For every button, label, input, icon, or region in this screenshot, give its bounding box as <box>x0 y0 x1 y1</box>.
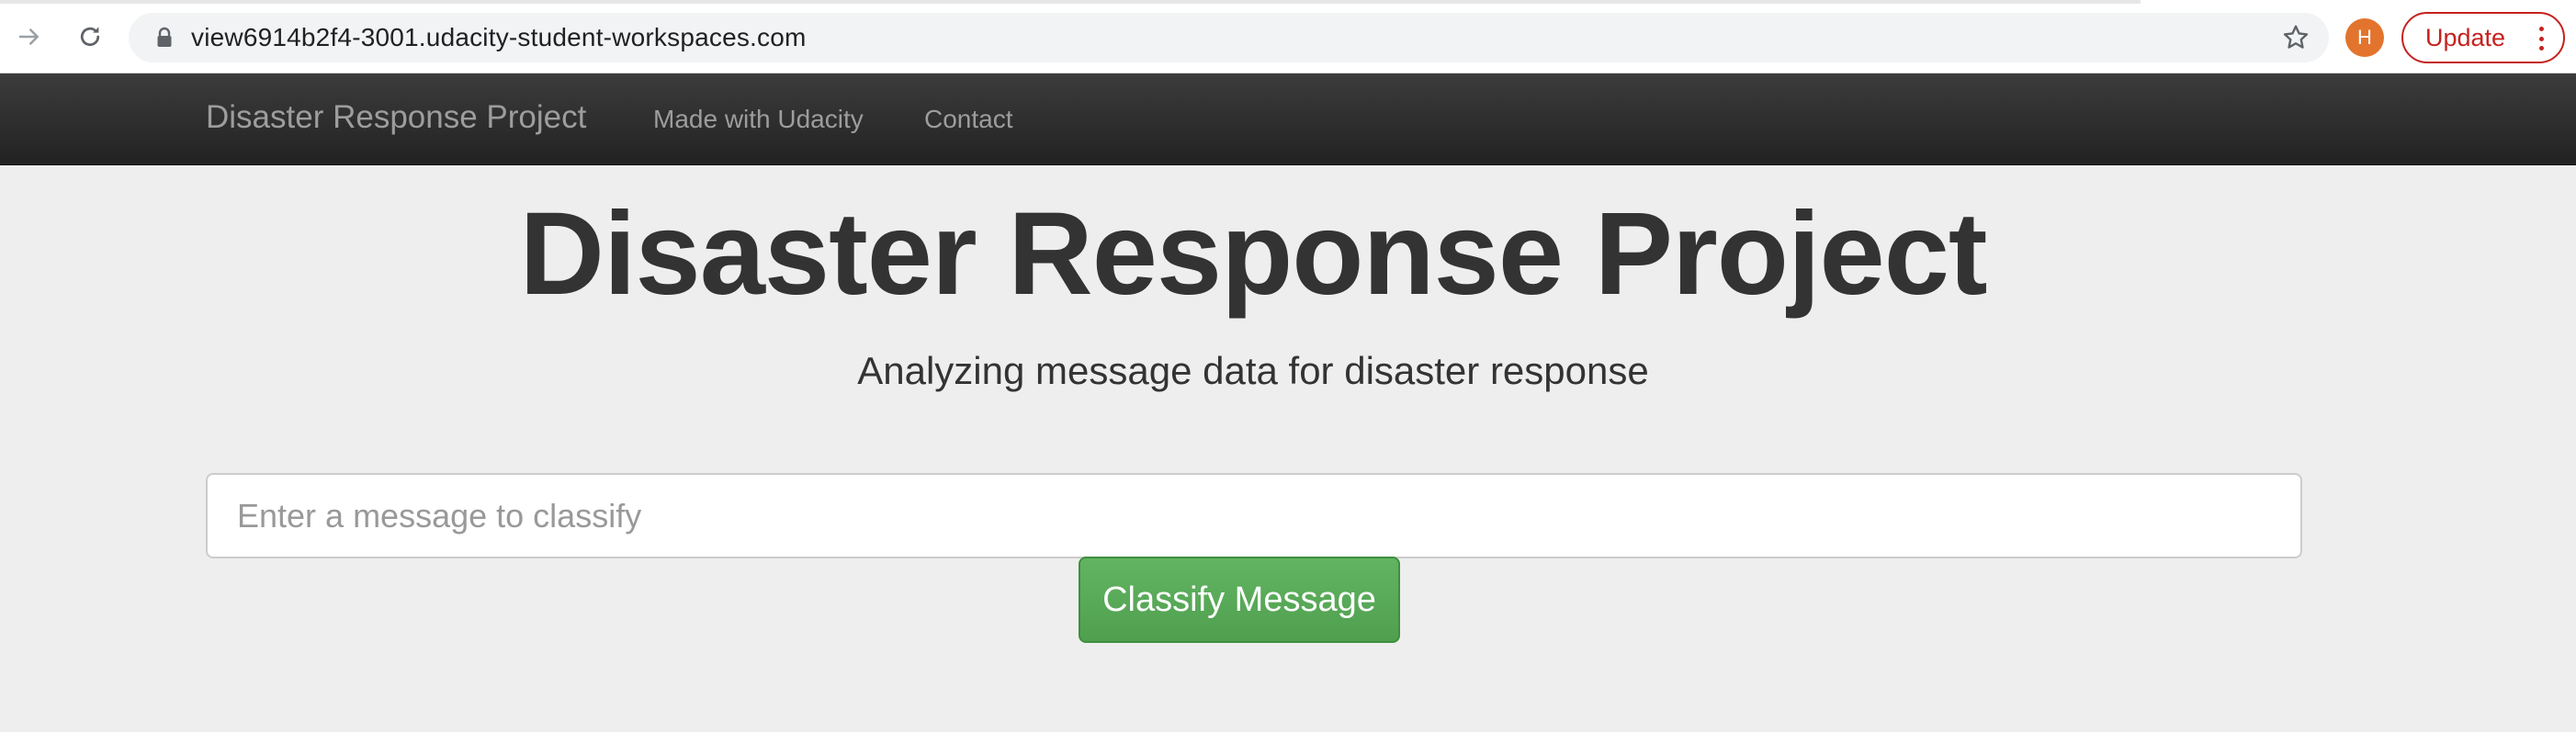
nav-link-made-with-udacity[interactable]: Made with Udacity <box>653 105 864 134</box>
star-icon[interactable] <box>2279 21 2312 54</box>
address-bar[interactable]: view6914b2f4-3001.udacity-student-worksp… <box>129 13 2329 62</box>
update-label: Update <box>2425 23 2506 51</box>
update-button[interactable]: Update <box>2401 12 2565 63</box>
browser-toolbar: view6914b2f4-3001.udacity-student-worksp… <box>0 0 2576 73</box>
nav-link-contact[interactable]: Contact <box>924 105 1013 134</box>
navbar-brand[interactable]: Disaster Response Project <box>206 99 586 136</box>
page-title: Disaster Response Project <box>519 188 1988 320</box>
classify-message-button[interactable]: Classify Message <box>1079 557 1400 643</box>
tab-strip-edge <box>0 0 2141 4</box>
reload-button[interactable] <box>72 18 108 55</box>
site-navbar: Disaster Response Project Made with Udac… <box>0 73 2576 165</box>
lock-icon <box>153 26 176 50</box>
arrow-forward-icon <box>18 28 39 45</box>
forward-button[interactable] <box>11 18 48 55</box>
page-subtitle: Analyzing message data for disaster resp… <box>857 349 1649 392</box>
url-text: view6914b2f4-3001.udacity-student-worksp… <box>191 23 807 51</box>
kebab-menu-icon <box>2537 27 2545 51</box>
reload-icon <box>80 27 100 47</box>
message-input[interactable] <box>206 473 2302 558</box>
profile-avatar[interactable]: H <box>2345 18 2384 57</box>
